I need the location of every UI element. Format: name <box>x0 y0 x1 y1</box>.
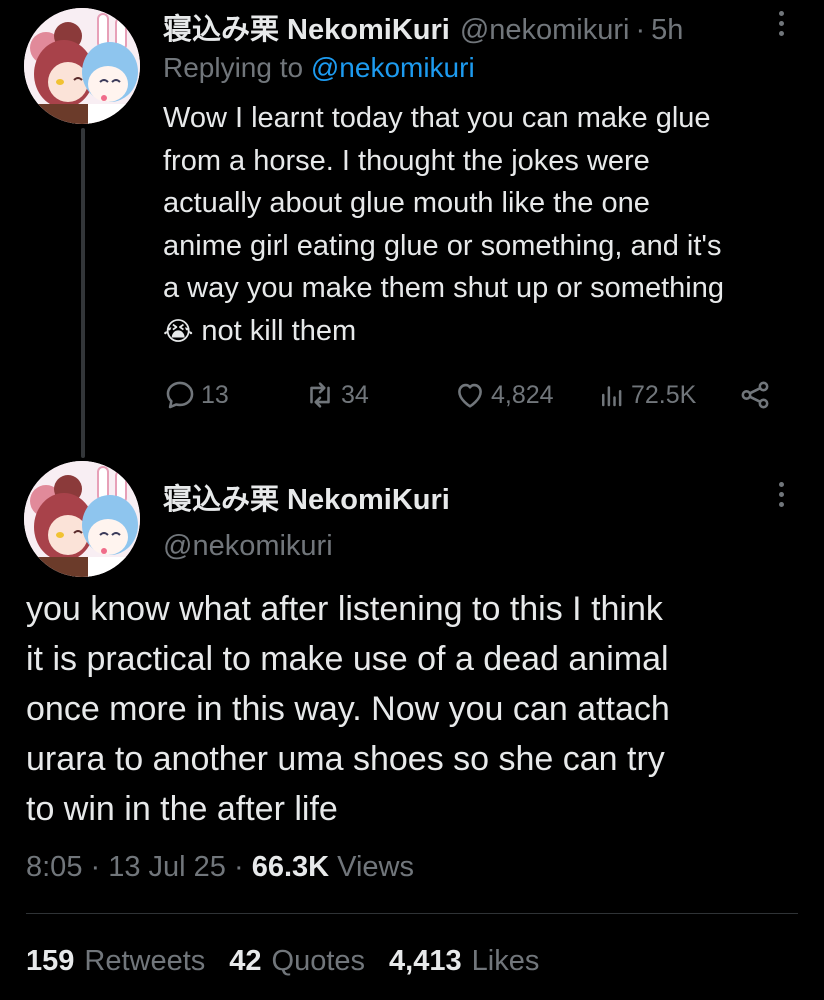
views-label: Views <box>337 851 415 883</box>
retweet-icon <box>310 382 330 408</box>
tweet-text-line: 😭 not kill them <box>163 310 803 353</box>
avatar-image <box>24 461 140 577</box>
share-icon <box>741 381 769 409</box>
views-icon <box>602 386 622 407</box>
replying-to: Replying to @nekomikuri <box>163 52 475 84</box>
tweet-text-line: you know what after listening to this I … <box>26 590 663 628</box>
reply-tweet-text: Wow I learnt today that you can make glu… <box>163 97 803 352</box>
tweet-text-line: once more in this way. Now you can attac… <box>26 690 670 728</box>
views-count: 66.3K <box>251 851 330 883</box>
tweet-text-line: actually about glue mouth like the one <box>163 187 650 219</box>
tweet-text-line: to win in the after life <box>26 790 338 828</box>
main-tweet-text: you know what after listening to this I … <box>26 584 806 834</box>
avatar[interactable] <box>24 461 140 577</box>
views-button[interactable]: 72.5K <box>597 378 696 412</box>
separator-dot: · <box>90 851 109 883</box>
replying-to-mention[interactable]: @nekomikuri <box>311 52 475 83</box>
tweet-date[interactable]: 13 Jul 25 <box>108 851 226 883</box>
like-button[interactable]: 4,824 <box>453 378 554 412</box>
like-count: 4,824 <box>491 380 554 409</box>
retweets-count[interactable]: 159 <box>26 945 74 978</box>
tweet-text-line: from a horse. I thought the jokes were <box>163 144 650 177</box>
tweet-text-line: Wow I learnt today that you can make glu… <box>163 102 711 134</box>
retweet-button[interactable]: 34 <box>303 378 369 412</box>
author-handle[interactable]: @nekomikuri <box>163 530 333 563</box>
retweets-label[interactable]: Retweets <box>84 945 205 978</box>
action-bar: 13 34 4,824 72.5K <box>163 374 773 414</box>
main-author-name-row: 寝込み栗 NekomiKuri <box>163 476 450 518</box>
tweet-text-line: it is practical to make use of a dead an… <box>26 640 669 678</box>
reply-count: 13 <box>201 380 229 409</box>
avatar-image <box>24 8 140 124</box>
views-count: 72.5K <box>631 380 697 409</box>
quotes-count[interactable]: 42 <box>229 945 261 978</box>
separator-dot: · <box>234 851 252 883</box>
like-icon <box>458 383 482 408</box>
more-icon[interactable] <box>766 474 796 514</box>
avatar[interactable] <box>24 8 140 124</box>
likes-count[interactable]: 4,413 <box>389 945 462 978</box>
author-handle[interactable]: @nekomikuri <box>460 14 630 47</box>
crying-emoji: 😭 <box>163 315 194 346</box>
tweet-text-fragment: not kill them <box>201 314 357 347</box>
separator-dot: · <box>635 14 646 46</box>
reply-button[interactable]: 13 <box>163 378 229 412</box>
tweet-text-line: urara to another uma shoes so she can tr… <box>26 740 665 778</box>
engagement-stats: 159 Retweets 42 Quotes 4,413 Likes <box>26 945 563 978</box>
more-icon[interactable] <box>766 3 796 43</box>
retweet-count: 34 <box>341 380 369 409</box>
reply-icon <box>166 381 194 409</box>
tweet-text-line: a way you make them shut up or something <box>163 272 724 304</box>
tweet-time[interactable]: 8:05 <box>26 851 82 883</box>
share-button[interactable] <box>738 378 772 412</box>
likes-label[interactable]: Likes <box>472 945 540 978</box>
replying-to-label: Replying to <box>163 52 304 83</box>
author-display-name[interactable]: 寝込み栗 NekomiKuri <box>163 484 450 516</box>
author-display-name[interactable]: 寝込み栗 NekomiKuri <box>163 6 450 48</box>
reply-author-row: 寝込み栗 NekomiKuri @nekomikuri · 5h <box>163 6 683 48</box>
tweet-timestamp-row: 8:05 · 13 Jul 25 · 66.3K Views <box>26 851 414 884</box>
thread-line <box>81 128 85 458</box>
tweet-time[interactable]: 5h <box>651 14 683 47</box>
quotes-label[interactable]: Quotes <box>272 945 366 978</box>
divider <box>26 913 798 914</box>
tweet-text-line: anime girl eating glue or something, and… <box>163 229 722 262</box>
